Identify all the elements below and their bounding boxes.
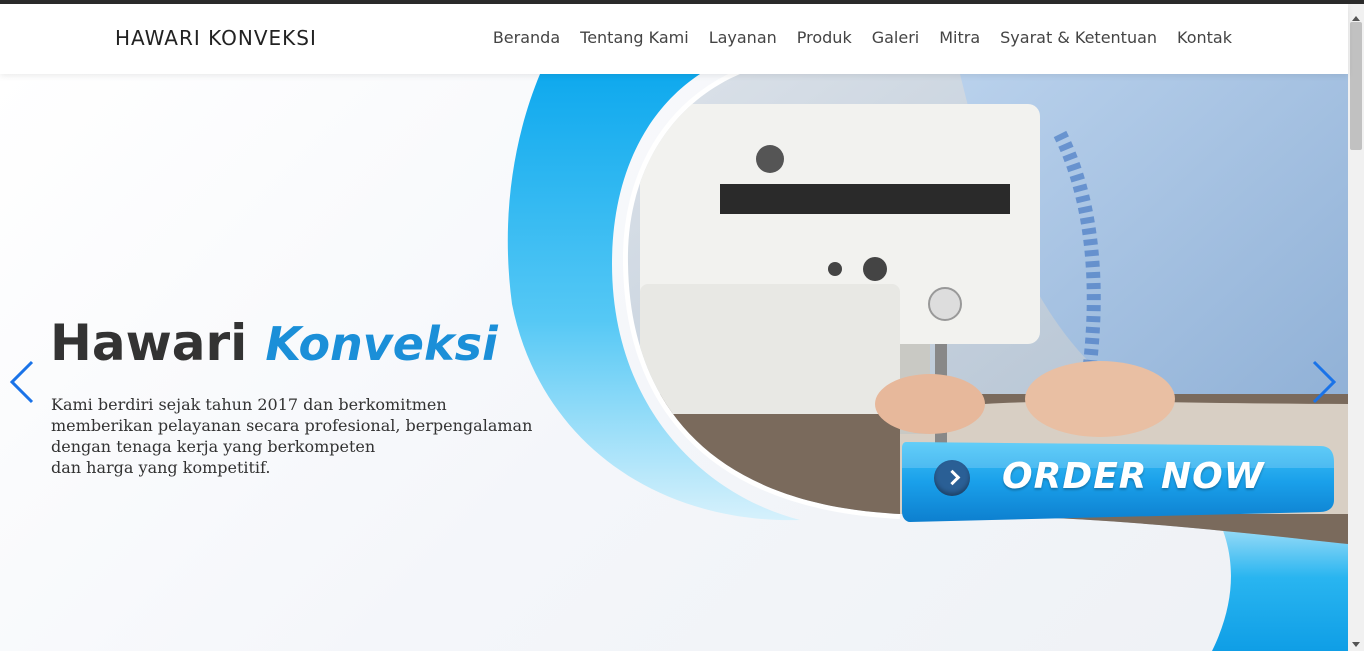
arrow-circle-icon [934,460,970,496]
hero-carousel-slide: Hawari Konveksi Kami berdiri sejak tahun… [0,74,1348,651]
nav-item-tentang-kami[interactable]: Tentang Kami [580,28,689,47]
page-scrollbar[interactable] [1348,4,1364,651]
navbar: HAWARI KONVEKSI Beranda Tentang Kami Lay… [0,4,1348,74]
hero-description-line: Kami berdiri sejak tahun 2017 dan berkom… [51,395,447,414]
brand-logo-text[interactable]: HAWARI KONVEKSI [115,26,317,50]
nav-item-kontak[interactable]: Kontak [1177,28,1232,47]
scroll-down-arrow-icon[interactable] [1352,642,1360,647]
hero-description: Kami berdiri sejak tahun 2017 dan berkom… [51,394,541,478]
hero-description-line: memberikan pelayanan secara profesional,… [51,416,533,435]
hero-description-line: dengan tenaga kerja yang berkompeten [51,437,376,456]
hero-title-part1: Hawari [50,314,248,372]
nav-item-layanan[interactable]: Layanan [709,28,777,47]
order-now-label: ORDER NOW [1002,456,1265,497]
nav-item-galeri[interactable]: Galeri [872,28,920,47]
scroll-up-arrow-icon[interactable] [1352,16,1360,21]
nav-menu: Beranda Tentang Kami Layanan Produk Gale… [493,28,1232,47]
hero-title-part2: Konveksi [265,317,498,371]
scrollbar-thumb[interactable] [1350,22,1362,150]
nav-item-syarat-ketentuan[interactable]: Syarat & Ketentuan [1000,28,1157,47]
nav-item-produk[interactable]: Produk [797,28,852,47]
order-now-button[interactable]: ORDER NOW [902,438,1336,524]
nav-item-beranda[interactable]: Beranda [493,28,560,47]
chevron-right-icon[interactable] [1308,360,1338,404]
hero-title: Hawari Konveksi [50,314,498,372]
nav-item-mitra[interactable]: Mitra [939,28,980,47]
hero-description-line: dan harga yang kompetitif. [51,458,271,477]
chevron-left-icon[interactable] [8,360,38,404]
